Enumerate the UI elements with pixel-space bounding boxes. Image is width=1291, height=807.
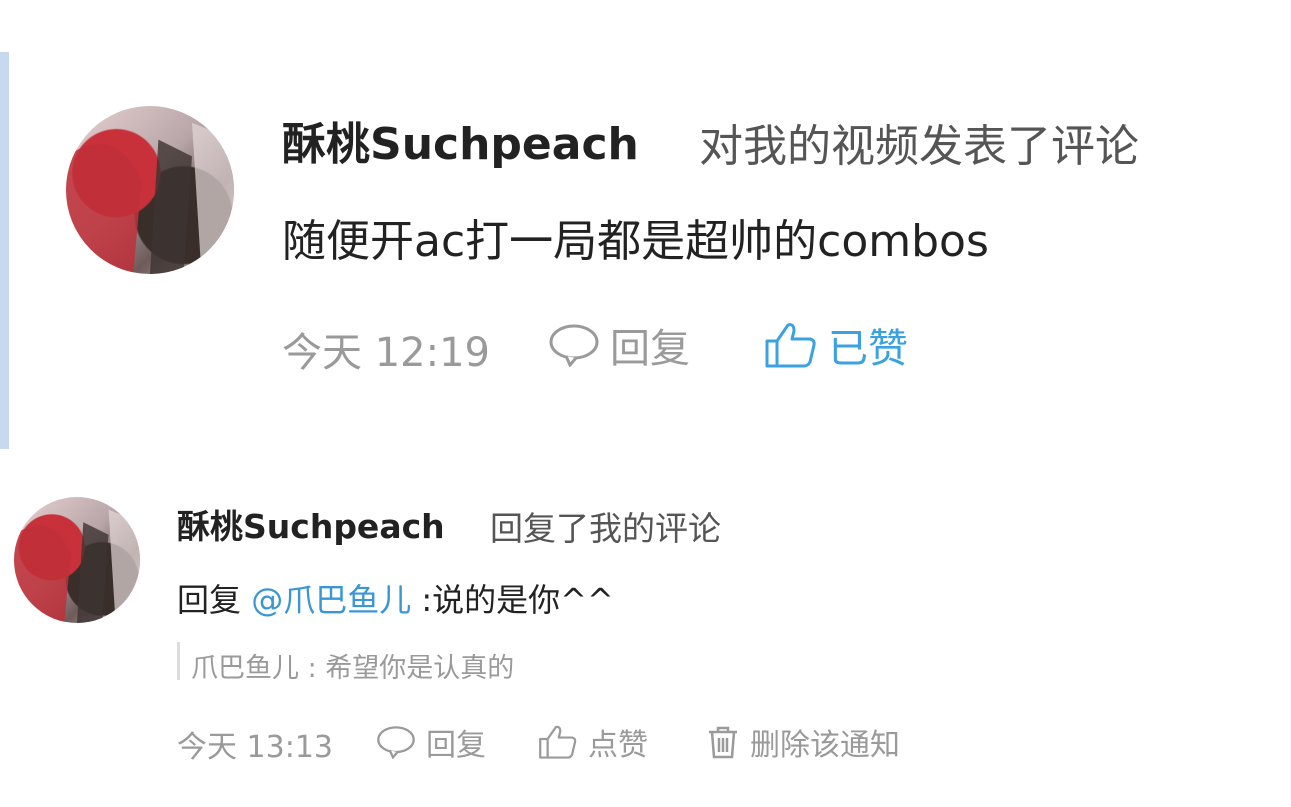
quote-divider bbox=[177, 642, 180, 680]
notification-action-text: 对我的视频发表了评论 bbox=[699, 121, 1139, 172]
selected-indicator-bar bbox=[0, 52, 9, 449]
speech-bubble-icon bbox=[548, 323, 600, 367]
thumbs-up-icon bbox=[764, 321, 818, 369]
quoted-comment: 爪巴鱼儿 : 希望你是认真的 bbox=[191, 653, 515, 684]
mention-link[interactable]: @爪巴鱼儿 bbox=[251, 581, 411, 619]
avatar[interactable] bbox=[66, 106, 234, 274]
timestamp: 今天 13:13 bbox=[177, 730, 333, 765]
username[interactable]: 酥桃Suchpeach bbox=[282, 108, 639, 172]
reply-text-line: 回复 @爪巴鱼儿 :说的是你^^ bbox=[177, 575, 614, 621]
like-label: 点赞 bbox=[588, 728, 648, 763]
reply-text: :说的是你^^ bbox=[421, 581, 614, 619]
reply-button[interactable]: 回复 bbox=[376, 720, 486, 764]
delete-label: 删除该通知 bbox=[750, 728, 900, 763]
timestamp: 今天 12:19 bbox=[282, 330, 490, 376]
avatar[interactable] bbox=[14, 497, 140, 623]
like-button[interactable]: 已赞 bbox=[764, 316, 908, 374]
delete-notification-button[interactable]: 删除该通知 bbox=[706, 720, 900, 764]
notification-action-text: 回复了我的评论 bbox=[490, 509, 721, 548]
thumbs-up-icon bbox=[538, 724, 578, 760]
reply-button[interactable]: 回复 bbox=[548, 316, 690, 374]
username[interactable]: 酥桃Suchpeach bbox=[177, 500, 445, 548]
trash-icon bbox=[706, 724, 740, 760]
comment-text: 随便开ac打一局都是超帅的combos bbox=[282, 216, 989, 267]
speech-bubble-icon bbox=[376, 725, 416, 759]
like-button[interactable]: 点赞 bbox=[538, 720, 648, 764]
reply-label: 回复 bbox=[610, 326, 690, 372]
like-label: 已赞 bbox=[828, 326, 908, 372]
reply-prefix: 回复 bbox=[177, 581, 242, 619]
reply-label: 回复 bbox=[426, 728, 486, 763]
